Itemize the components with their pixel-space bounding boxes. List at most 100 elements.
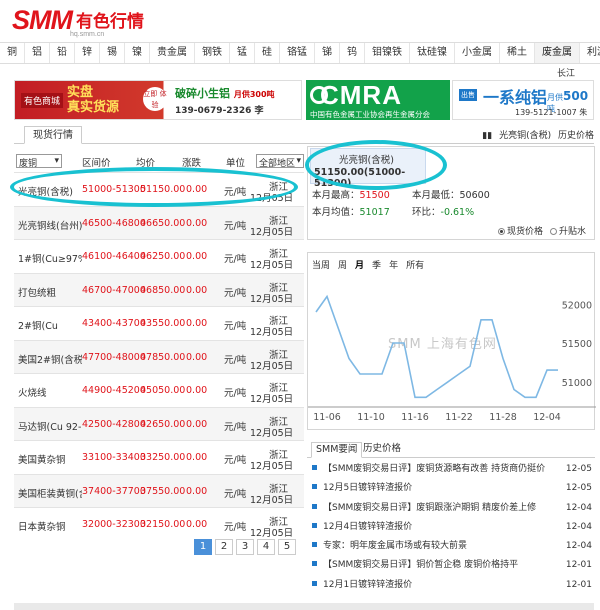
news-title[interactable]: 【SMM废铜交易日评】废铜货源略有改善 持货商仍挺价 bbox=[323, 464, 545, 474]
page-button[interactable]: 3 bbox=[236, 539, 254, 555]
cell-name[interactable]: 光亮铜线(台州) bbox=[18, 218, 82, 232]
cell-name[interactable]: 日本黄杂铜 bbox=[18, 519, 82, 533]
table-row[interactable]: 美国2#铜(含税) 47700-48000 47850.00 0.00 元/吨 浙江 12月… bbox=[14, 339, 304, 373]
news-item[interactable]: 12月4日镀锌锌渣报价 12-04 bbox=[312, 518, 594, 537]
nav-item[interactable]: 锰 bbox=[230, 43, 255, 63]
header: SMM 有色行情 hq.smm.cn bbox=[0, 0, 600, 40]
news-title[interactable]: 【SMM废铜交易日评】铜价暂企稳 废铜价格持平 bbox=[323, 560, 518, 570]
table-row[interactable]: 打包统粗 46700-47000 46850.00 0.00 元/吨 浙江 12月05日 bbox=[14, 272, 304, 306]
page-button[interactable]: 4 bbox=[257, 539, 275, 555]
nav-item[interactable]: 镍 bbox=[125, 43, 150, 63]
news-item[interactable]: 【SMM废铜交易日评】铜价暂企稳 废铜价格持平 12-01 bbox=[312, 556, 594, 575]
nav-item[interactable]: 钛硅镍 bbox=[410, 43, 455, 63]
bullet-icon bbox=[312, 465, 317, 470]
cell-name[interactable]: 2#铜(Cu bbox=[18, 318, 82, 332]
series-line bbox=[315, 294, 558, 399]
nav-item[interactable]: 铅 bbox=[50, 43, 75, 63]
cell-name[interactable]: 马达铜(Cu 92- bbox=[18, 419, 82, 433]
news-item[interactable]: 【SMM废铜交易日评】废铜货源略有改善 持货商仍挺价 12-05 bbox=[312, 460, 594, 479]
cell-name[interactable]: 美国柜装黄铜(含 bbox=[18, 486, 82, 500]
region-select[interactable]: 全部地区 ▾ bbox=[256, 154, 304, 169]
banner-cmra[interactable]: CMRA 中国有色金属工业协会再生金属分会 bbox=[306, 80, 450, 120]
bullet-icon bbox=[312, 522, 317, 528]
table-row[interactable]: 美国柜装黄铜(含 37400-37700 37550.00 0.00 元/吨 浙江 12月0… bbox=[14, 473, 304, 507]
banner-mall[interactable]: 有色商城 实盘 真实货源 立即 体验 破碎小生铝 月供300吨 139-0679… bbox=[14, 80, 302, 120]
page-button[interactable]: 1 bbox=[194, 539, 212, 555]
nav-item[interactable]: 钼镍铁 bbox=[365, 43, 410, 63]
table-row[interactable]: 2#铜(Cu 43400-43700 43550.00 0.00 元/吨 浙江 12月05日 bbox=[14, 306, 304, 340]
page-button[interactable]: 2 bbox=[215, 539, 233, 555]
news-item[interactable]: 12月1日镀锌锌渣报价 12-01 bbox=[312, 576, 594, 595]
cell-date: 12月05日 bbox=[250, 226, 294, 238]
cell-change: 0.00 bbox=[186, 519, 208, 530]
cell-name[interactable]: 1#铜(Cu≥97%) bbox=[18, 251, 82, 265]
page-button[interactable]: 5 bbox=[278, 539, 296, 555]
news-item[interactable]: 专家：明年废金属市场或有较大前景 12-04 bbox=[312, 537, 594, 556]
highlight-ellipse bbox=[10, 167, 298, 207]
category-select[interactable]: 废铜 ▾ bbox=[16, 154, 62, 169]
tab-spot-market[interactable]: 现货行情 bbox=[24, 126, 82, 144]
table-row[interactable]: 光亮铜线(台州) 46500-46800 46650.00 0.00 元/吨 浙江 12月0… bbox=[14, 205, 304, 239]
nav-item[interactable]: 废金属 bbox=[535, 43, 580, 63]
nav-item[interactable]: 锡 bbox=[100, 43, 125, 63]
nav-item[interactable]: 硅 bbox=[255, 43, 280, 63]
nav-item[interactable]: 锌 bbox=[75, 43, 100, 63]
news-list: 【SMM废铜交易日评】废铜货源略有改善 持货商仍挺价 12-05 12月5日镀锌锌渣… bbox=[312, 460, 594, 595]
nav-item[interactable]: 利源 bbox=[580, 43, 600, 63]
table-row[interactable]: 日本黄杂铜 32000-32300 32150.00 0.00 元/吨 浙江 12月05日 bbox=[14, 507, 304, 541]
radio-spot-price[interactable]: 现货价格 bbox=[498, 224, 543, 237]
tab-history[interactable]: 历史价格 bbox=[359, 442, 405, 458]
nav-item[interactable]: 铬锰 bbox=[280, 43, 315, 63]
cell-date: 12月05日 bbox=[250, 494, 294, 506]
month-low: 本月最低：50600 bbox=[412, 190, 490, 201]
cell-avg: 33250.00 bbox=[140, 452, 186, 463]
news-item[interactable]: 12月5日镀锌锌渣报价 12-05 bbox=[312, 479, 594, 498]
cell-change: 0.00 bbox=[186, 485, 208, 497]
tab-smm-news[interactable]: SMM要闻 bbox=[311, 442, 363, 458]
news-title[interactable]: 【SMM废铜交易日评】废铜跟涨沪期铜 精废价差上修 bbox=[323, 503, 536, 513]
cell-avg: 37550.00 bbox=[140, 485, 186, 497]
sub-nav-item[interactable]: 长江 bbox=[557, 66, 575, 79]
nav-item[interactable]: 钨 bbox=[340, 43, 365, 63]
cell-unit: 元/吨 bbox=[224, 321, 247, 332]
cell-avg: 45050.00 bbox=[140, 385, 186, 396]
table-row[interactable]: 美国黄杂铜 33100-33400 33250.00 0.00 元/吨 浙江 12月05日 bbox=[14, 440, 304, 474]
cell-range: 37400-37700 bbox=[82, 485, 146, 497]
nav-item[interactable]: 铜 bbox=[0, 43, 25, 63]
news-title[interactable]: 12月4日镀锌锌渣报价 bbox=[323, 522, 412, 532]
nav-item[interactable]: 锑 bbox=[315, 43, 340, 63]
tab-product-name[interactable]: 光亮铜(含税) bbox=[499, 131, 551, 141]
nav-item[interactable]: 小金属 bbox=[455, 43, 500, 63]
banner-logo: 出售 bbox=[459, 89, 477, 101]
cell-name[interactable]: 打包统粗 bbox=[18, 285, 82, 299]
news-title[interactable]: 专家：明年废金属市场或有较大前景 bbox=[323, 541, 467, 551]
news-title[interactable]: 12月5日镀锌锌渣报价 bbox=[323, 483, 412, 493]
cell-unit: 元/吨 bbox=[224, 354, 247, 366]
news-item[interactable]: 【SMM废铜交易日评】废铜跟涨沪期铜 精废价差上修 12-04 bbox=[312, 499, 594, 518]
cell-name[interactable]: 美国2#铜(含税) bbox=[18, 352, 82, 366]
table-row[interactable]: 1#铜(Cu≥97%)46100-4640046250.000.00元/吨浙江1… bbox=[14, 239, 304, 273]
nav-item[interactable]: 稀土 bbox=[500, 43, 535, 63]
banner-cta[interactable]: 立即 体验 bbox=[143, 87, 167, 111]
nav-item[interactable]: 贵金属 bbox=[150, 43, 195, 63]
table-row[interactable]: 马达铜(Cu 92- 42500-42800 42650.00 0.00 元/吨 浙江 12… bbox=[14, 406, 304, 440]
banner-aluminum[interactable]: 出售 一系纯铝 月供500吨 139-5121-1007 朱 bbox=[452, 80, 594, 120]
cell-date: 12月05日 bbox=[250, 394, 294, 405]
cell-avg: 32150.00 bbox=[140, 519, 186, 530]
cell-change: 0.00 bbox=[186, 452, 208, 463]
news-date: 12-04 bbox=[565, 541, 592, 552]
table-row[interactable]: 火烧线 44900-45200 45050.00 0.00 元/吨 浙江 12月05日 bbox=[14, 373, 304, 407]
cell-name[interactable]: 美国黄杂铜 bbox=[18, 452, 82, 466]
news-title[interactable]: 12月1日镀锌锌渣报价 bbox=[323, 580, 412, 590]
tab-history-price[interactable]: 历史价格 bbox=[558, 131, 594, 141]
cell-date: 12月05日 bbox=[250, 360, 294, 372]
cell-date: 12月05日 bbox=[250, 293, 294, 305]
nav-item[interactable]: 铝 bbox=[25, 43, 50, 63]
nav-item[interactable]: 钢铁 bbox=[195, 43, 230, 63]
radio-premium[interactable]: 升贴水 bbox=[550, 224, 586, 237]
y-tick-label: 51500 bbox=[562, 339, 592, 350]
cell-name[interactable]: 火烧线 bbox=[18, 385, 82, 399]
bullet-icon bbox=[312, 484, 317, 490]
smm-logo[interactable]: SMM 有色行情 hq.smm.cn bbox=[12, 4, 144, 38]
cell-avg: 46650.00 bbox=[140, 217, 186, 229]
